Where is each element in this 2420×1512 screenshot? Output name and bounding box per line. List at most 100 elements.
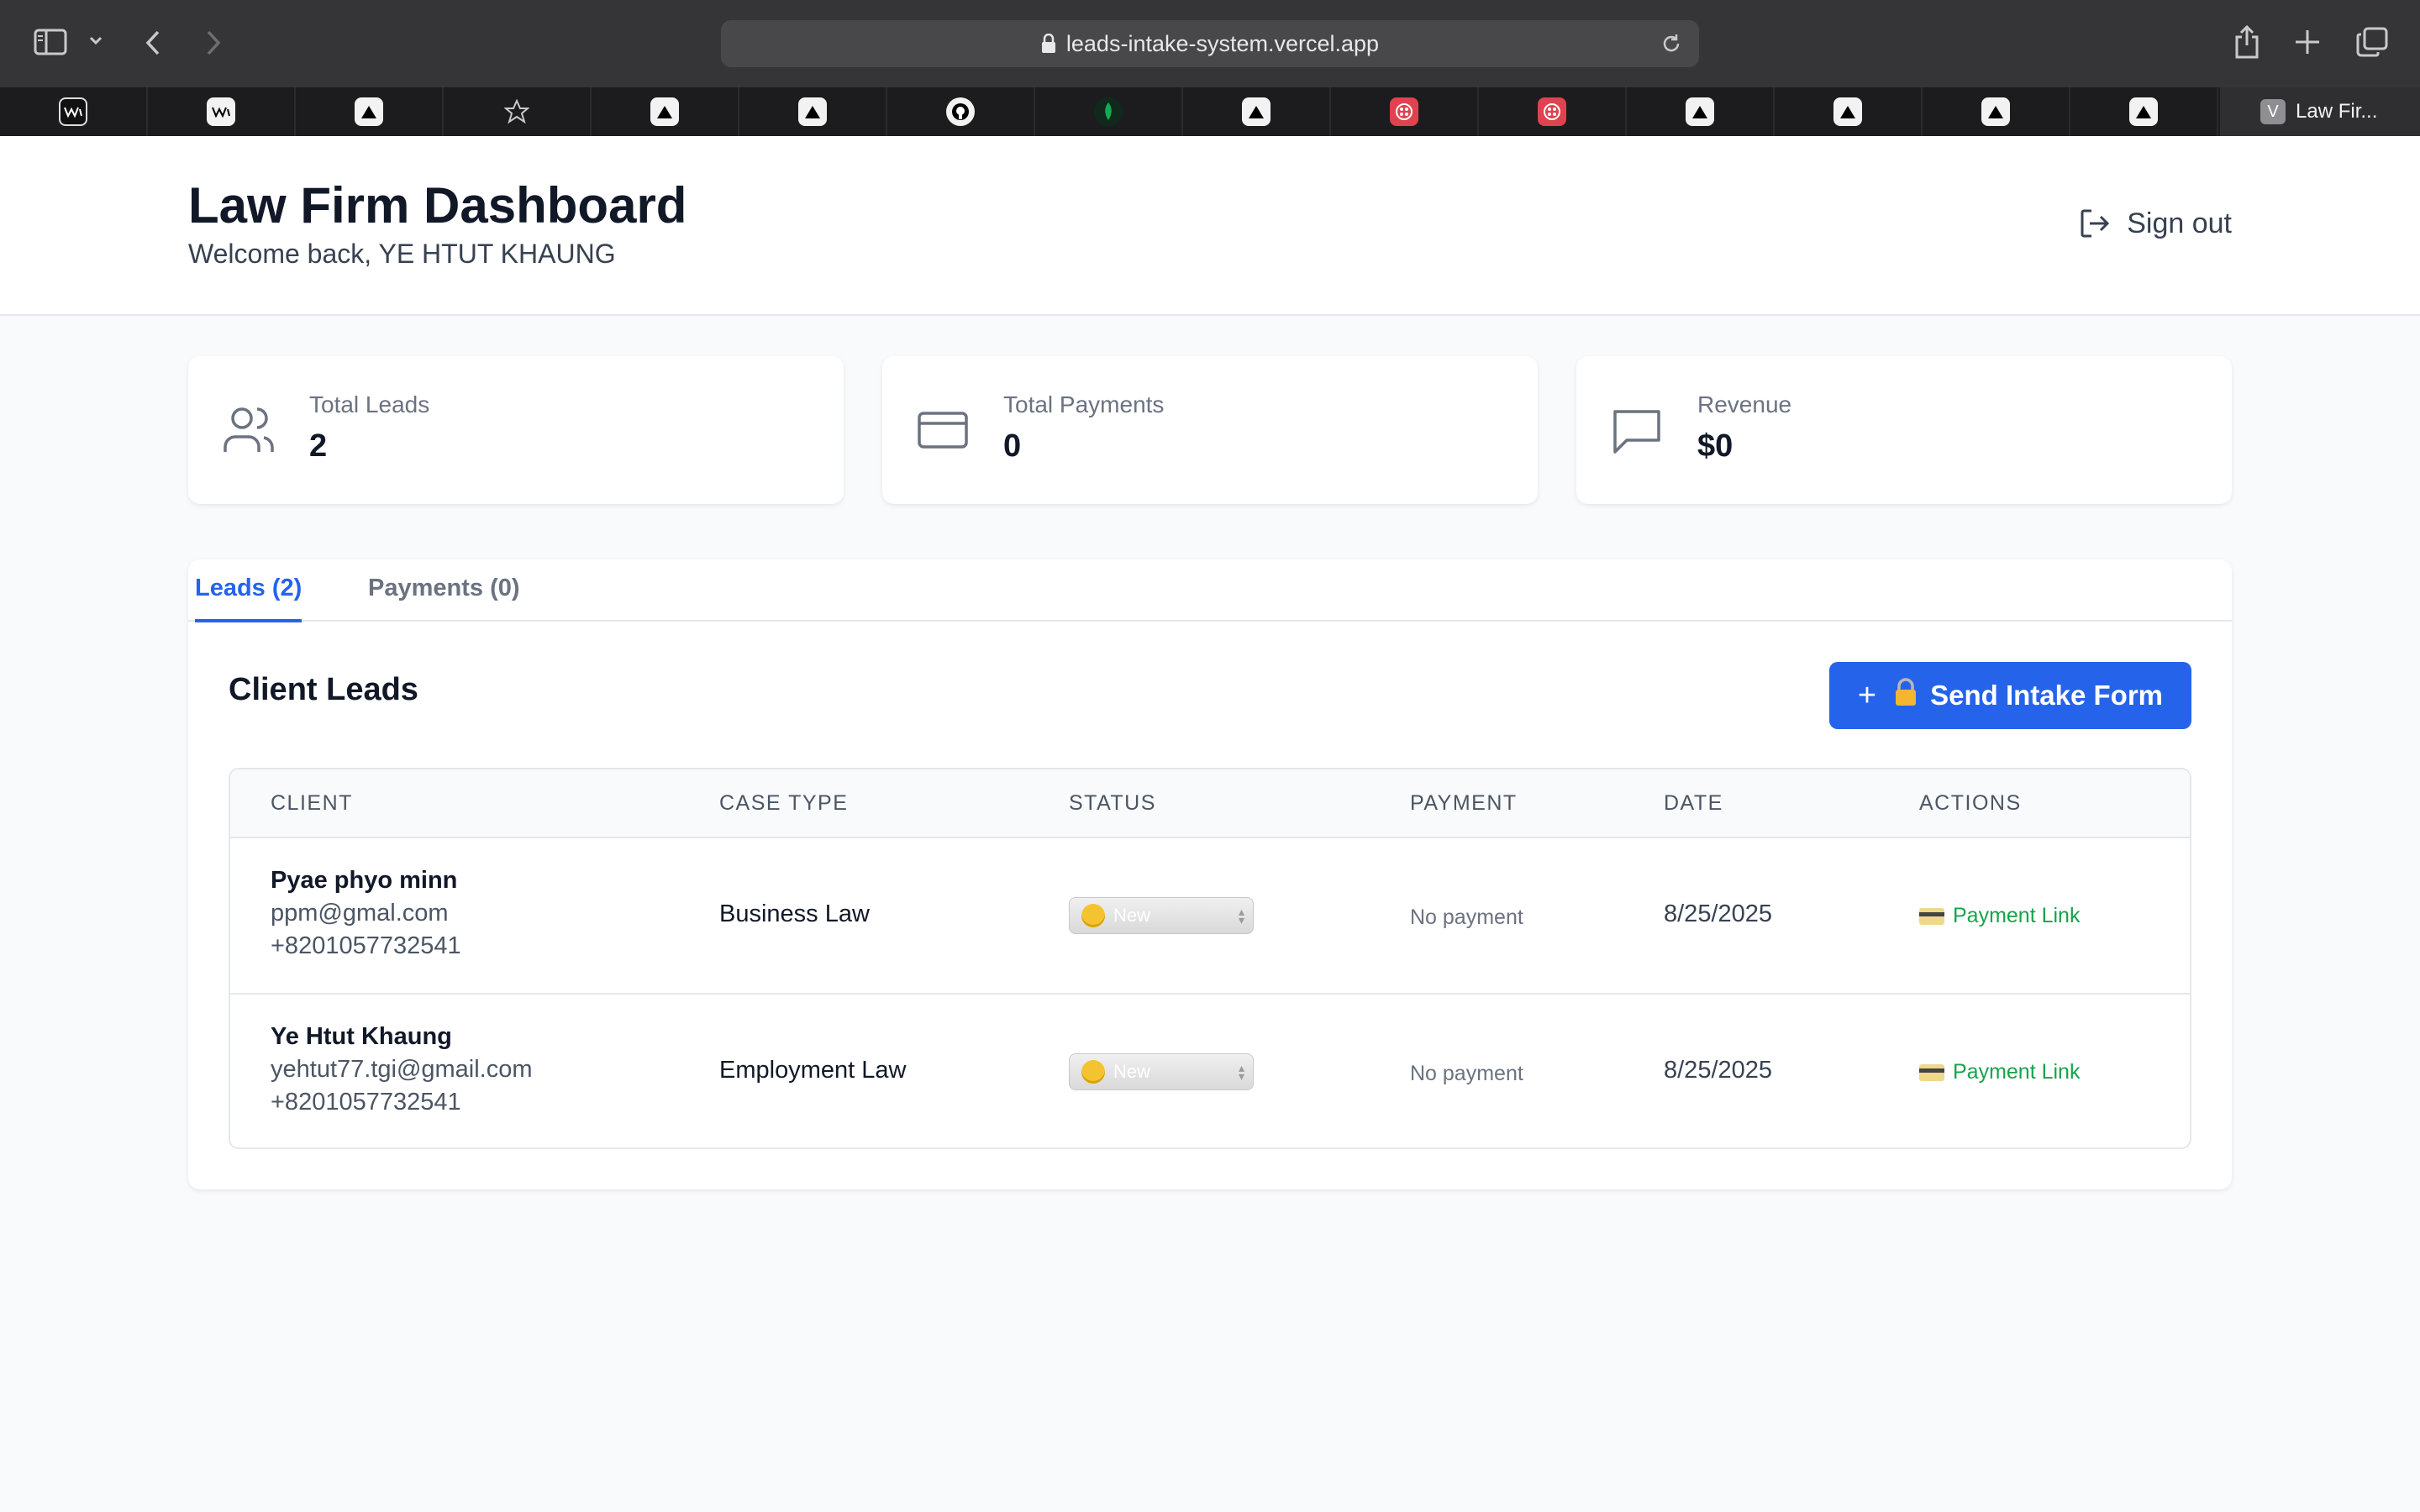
star-icon <box>502 97 531 126</box>
payment-status: No payment <box>1410 1062 1523 1085</box>
credit-card-icon <box>916 405 970 459</box>
client-name: Ye Htut Khaung <box>271 1023 452 1050</box>
active-tab[interactable]: V Law Fir... <box>2220 87 2420 136</box>
wix-icon <box>207 97 235 126</box>
send-intake-form-label: Send Intake Form <box>1930 680 2163 711</box>
credit-card-icon <box>1919 907 1944 925</box>
browser-toolbar: leads-intake-system.vercel.app <box>0 0 2420 87</box>
pinned-tab-github[interactable] <box>887 87 1035 136</box>
pinned-tab-vercel[interactable] <box>592 87 739 136</box>
sign-out-label: Sign out <box>2127 207 2232 239</box>
status-select[interactable]: New ▴ ▾ <box>1069 897 1254 934</box>
vercel-icon <box>798 97 827 126</box>
select-arrows-icon: ▴ ▾ <box>1238 1061 1244 1083</box>
back-icon[interactable] <box>143 29 163 57</box>
vercel-icon <box>355 97 383 126</box>
sign-out-button[interactable]: Sign out <box>2078 207 2232 240</box>
new-tab-icon[interactable] <box>2294 29 2321 55</box>
page-title: Law Firm Dashboard <box>188 177 687 234</box>
pinned-tab-vercel[interactable] <box>1775 87 1923 136</box>
users-icon <box>222 405 276 459</box>
send-intake-form-button[interactable]: + Send Intake Form <box>1828 662 2191 729</box>
client-phone: +8201057732541 <box>271 932 461 959</box>
table-row: Pyae phyo minn ppm@gmal.com +82010577325… <box>230 838 2190 995</box>
share-icon[interactable] <box>2233 25 2260 59</box>
twilio-icon <box>1390 97 1418 126</box>
vercel-icon <box>2129 97 2158 126</box>
page-header: Law Firm Dashboard Welcome back, YE HTUT… <box>0 136 2420 316</box>
lock-icon <box>1041 34 1056 54</box>
reload-icon[interactable] <box>1660 33 1682 60</box>
pinned-tab-wix[interactable] <box>148 87 296 136</box>
client-cell: Ye Htut Khaung yehtut77.tgi@gmail.com +8… <box>271 1023 533 1116</box>
status-value: New <box>1113 905 1151 926</box>
vercel-icon <box>1981 97 2010 126</box>
lead-date: 8/25/2025 <box>1664 1057 1773 1084</box>
credit-card-icon <box>1919 1063 1944 1081</box>
stat-card-revenue: Revenue $0 <box>1576 356 2232 504</box>
tab-strip: V Law Fir... <box>0 87 2420 136</box>
payment-link-label: Payment Link <box>1953 1060 2081 1084</box>
leads-table: CLIENT CASE TYPE STATUS PAYMENT DATE ACT… <box>229 768 2191 1149</box>
status-select[interactable]: New ▴ ▾ <box>1069 1053 1254 1090</box>
status-value: New <box>1113 1061 1151 1082</box>
stat-label: Total Leads <box>309 391 430 417</box>
pinned-tab-vercel[interactable] <box>2070 87 2218 136</box>
welcome-text: Welcome back, YE HTUT KHAUNG <box>188 239 616 269</box>
tab-payments[interactable]: Payments (0) <box>368 575 520 619</box>
site-favicon: V <box>2260 99 2286 124</box>
url-text: leads-intake-system.vercel.app <box>1065 30 1380 56</box>
column-header: PAYMENT <box>1410 791 1518 815</box>
vercel-icon <box>1686 97 1714 126</box>
github-icon <box>946 97 975 126</box>
column-header: STATUS <box>1069 791 1156 815</box>
sign-out-icon <box>2081 209 2110 238</box>
pinned-tab-vercel[interactable] <box>739 87 887 136</box>
pinned-tab-bookmark[interactable] <box>444 87 592 136</box>
tab-bar: Leads (2) Payments (0) <box>188 559 2232 622</box>
payment-link-button[interactable]: Payment Link <box>1919 1060 2080 1084</box>
table-header: CLIENT CASE TYPE STATUS PAYMENT DATE ACT… <box>230 769 2190 838</box>
chevron-down-icon[interactable] <box>87 34 104 47</box>
client-email: yehtut77.tgi@gmail.com <box>271 1056 533 1083</box>
client-phone: +8201057732541 <box>271 1089 461 1116</box>
sidebar-toggle-icon[interactable] <box>34 29 67 55</box>
pinned-tab-wix[interactable] <box>0 87 148 136</box>
status-dot-icon <box>1081 1060 1105 1084</box>
pinned-tab-twilio[interactable] <box>1331 87 1479 136</box>
stat-card-total-leads: Total Leads 2 <box>188 356 844 504</box>
column-header: CLIENT <box>271 791 353 815</box>
stat-label: Total Payments <box>1003 391 1165 417</box>
pinned-tab-twilio[interactable] <box>1479 87 1627 136</box>
column-header: ACTIONS <box>1919 791 2022 815</box>
mongodb-icon <box>1094 97 1123 126</box>
status-dot-icon <box>1081 904 1105 927</box>
client-cell: Pyae phyo minn ppm@gmal.com +82010577325… <box>271 867 461 960</box>
tab-leads[interactable]: Leads (2) <box>195 575 302 622</box>
payment-status: No payment <box>1410 906 1523 929</box>
pinned-tab-vercel[interactable] <box>1183 87 1331 136</box>
twilio-icon <box>1538 97 1566 126</box>
select-arrows-icon: ▴ ▾ <box>1238 905 1244 927</box>
lead-date: 8/25/2025 <box>1664 900 1773 927</box>
pinned-tab-mongodb[interactable] <box>1035 87 1183 136</box>
vercel-icon <box>1833 97 1862 126</box>
vercel-icon <box>650 97 679 126</box>
active-tab-title: Law Fir... <box>2296 100 2378 123</box>
stat-value: $0 <box>1697 428 1733 464</box>
stat-value: 2 <box>309 428 328 464</box>
payment-link-label: Payment Link <box>1953 904 2081 927</box>
column-header: CASE TYPE <box>719 791 849 815</box>
pinned-tab-vercel[interactable] <box>1627 87 1775 136</box>
stat-value: 0 <box>1003 428 1022 464</box>
payment-link-button[interactable]: Payment Link <box>1919 904 2080 928</box>
vercel-icon <box>1242 97 1270 126</box>
pinned-tab-vercel[interactable] <box>296 87 444 136</box>
pinned-tab-vercel[interactable] <box>1923 87 2070 136</box>
stat-label: Revenue <box>1697 391 1792 417</box>
lock-icon <box>1893 678 1918 713</box>
tab-overview-icon[interactable] <box>2356 27 2388 57</box>
address-bar[interactable]: leads-intake-system.vercel.app <box>721 20 1699 67</box>
client-name: Pyae phyo minn <box>271 867 458 894</box>
forward-icon[interactable] <box>203 29 224 57</box>
